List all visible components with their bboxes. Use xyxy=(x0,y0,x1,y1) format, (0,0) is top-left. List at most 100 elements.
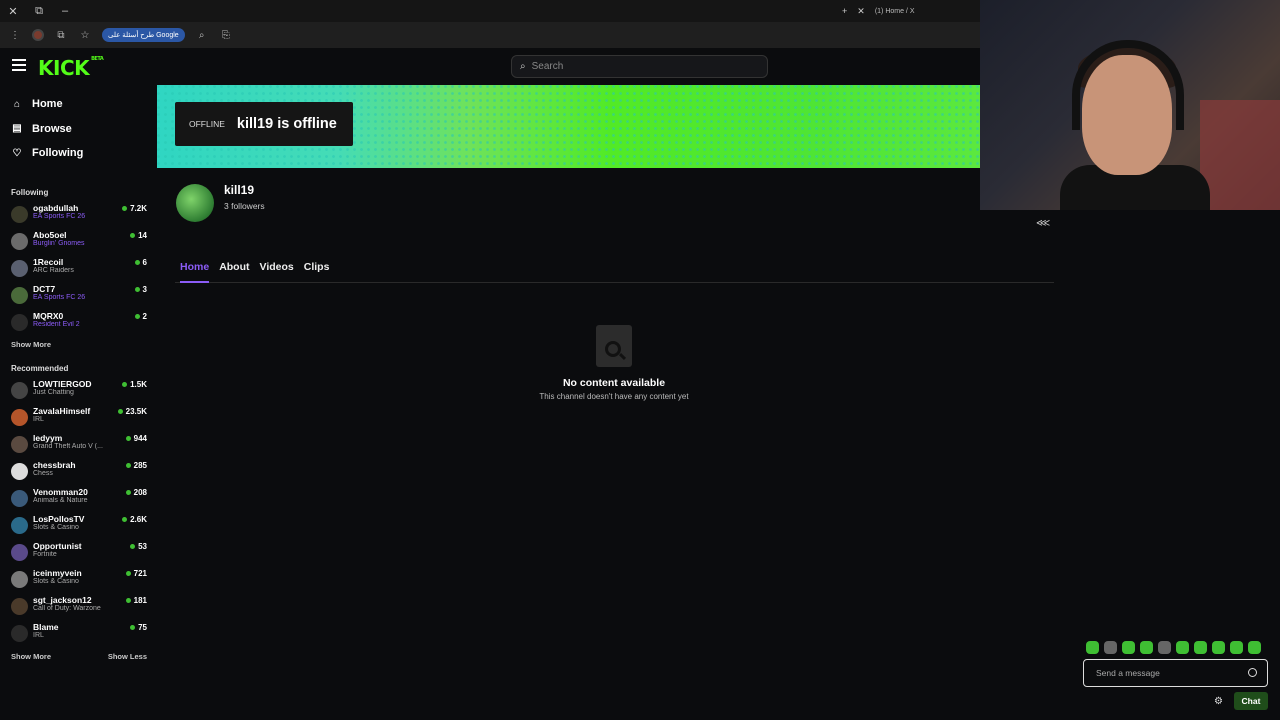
emote-icon[interactable] xyxy=(1104,641,1117,654)
show-more-recommended[interactable]: Show More xyxy=(11,652,51,661)
live-dot-icon xyxy=(125,462,131,468)
channel-list-category: Just Chatting xyxy=(33,388,74,396)
following-section-title: Following xyxy=(11,187,49,197)
channel-list-category: Animals & Nature xyxy=(33,496,88,504)
channel-list-item[interactable]: LosPollosTV Slots & Casino 2.6K xyxy=(0,512,157,539)
minimize-window-icon[interactable]: – xyxy=(52,5,78,17)
emote-icon[interactable] xyxy=(1212,641,1225,654)
live-dot-icon xyxy=(134,286,140,292)
live-dot-icon xyxy=(125,489,131,495)
search-bar[interactable]: ⌕ xyxy=(511,55,768,78)
google-translate-pill[interactable]: طرح أسئلة على Google xyxy=(102,28,185,42)
channel-list-item[interactable]: ogabdullah EA Sports FC 26 7.2K xyxy=(0,201,157,228)
viewer-count: 2.6K xyxy=(122,515,147,524)
emote-icon[interactable] xyxy=(1194,641,1207,654)
zoom-icon[interactable]: ⌕ xyxy=(195,30,209,41)
browser-tab-title[interactable]: (1) Home / X xyxy=(875,8,915,15)
copy-icon[interactable]: ⎘ xyxy=(219,30,233,41)
tab-videos[interactable]: Videos xyxy=(260,259,294,282)
search-input[interactable] xyxy=(531,61,752,72)
tab-home[interactable]: Home xyxy=(180,259,210,283)
viewer-count: 3 xyxy=(134,284,147,294)
channel-list-item[interactable]: MQRX0 Resident Evil 22 xyxy=(0,309,157,336)
profile-avatar-icon[interactable] xyxy=(32,29,44,41)
live-dot-icon xyxy=(130,232,136,238)
channel-list-item[interactable]: ledyym Grand Theft Auto V (... 944 xyxy=(0,431,157,458)
new-tab-button[interactable]: + xyxy=(842,6,847,16)
channel-avatar xyxy=(11,624,28,642)
channel-list-item[interactable]: iceinmyvein Slots & Casino 721 xyxy=(0,566,157,593)
nav-home[interactable]: ⌂ Home xyxy=(0,92,157,117)
tab-clips[interactable]: Clips xyxy=(304,259,330,282)
live-dot-icon xyxy=(130,543,136,549)
beta-badge: BETA xyxy=(91,56,104,62)
viewer-count-text: 7.2K xyxy=(130,203,147,213)
restore-window-icon[interactable]: ⧉ xyxy=(26,5,52,18)
chat-send-button[interactable]: Chat xyxy=(1234,692,1268,710)
channel-list-category: ARC Raiders xyxy=(33,266,74,274)
viewer-count: 208 xyxy=(125,488,147,497)
emoji-picker-icon[interactable] xyxy=(1248,668,1257,677)
nav-browse[interactable]: ▤ Browse xyxy=(0,117,157,142)
nav-following[interactable]: ♡ Following xyxy=(0,141,157,166)
emote-icon[interactable] xyxy=(1122,641,1135,654)
channel-list-item[interactable]: 1Recoil ARC Raiders 6 xyxy=(0,255,157,282)
channel-list-category: Chess xyxy=(33,469,53,477)
sidebar: ⌂ Home ▤ Browse ♡ Following Following ogabd… xyxy=(0,85,157,720)
channel-list-item[interactable]: ZavalaHimself IRL 23.5K xyxy=(0,404,157,431)
webcam-overlay xyxy=(980,0,1280,210)
channel-list-category: EA Sports FC 26 xyxy=(33,293,86,301)
live-dot-icon xyxy=(122,205,128,211)
emote-icon[interactable] xyxy=(1158,641,1171,654)
extensions-icon[interactable]: ⧉ xyxy=(54,30,68,41)
heart-icon: ♡ xyxy=(12,147,22,159)
close-window-icon[interactable]: ✕ xyxy=(0,5,26,18)
show-more-following[interactable]: Show More xyxy=(0,340,157,349)
emote-icon[interactable] xyxy=(1086,641,1099,654)
hamburger-menu-icon[interactable] xyxy=(12,59,26,71)
menu-dots-icon[interactable]: ⋮ xyxy=(8,30,22,41)
show-less-recommended[interactable]: Show Less xyxy=(108,652,147,661)
no-content-icon xyxy=(596,325,632,367)
live-dot-icon xyxy=(122,381,128,387)
channel-list-item[interactable]: chessbrah Chess 285 xyxy=(0,458,157,485)
channel-avatar xyxy=(11,259,28,277)
viewer-count-text: 53 xyxy=(138,541,147,551)
emote-icon[interactable] xyxy=(1140,641,1153,654)
channel-list-item[interactable]: LOWTIERGOD Just Chatting 1.5K xyxy=(0,377,157,404)
channel-list-item[interactable]: Opportunist Fortnite 53 xyxy=(0,539,157,566)
channel-list-item[interactable]: sgt_jackson12 Call of Duty: Warzone 181 xyxy=(0,593,157,620)
channel-list-item[interactable]: Blame IRL 75 xyxy=(0,620,157,647)
chat-message-box[interactable] xyxy=(1083,659,1268,687)
channel-avatar[interactable] xyxy=(176,184,214,222)
viewer-count-text: 3 xyxy=(142,284,147,294)
viewer-count: 23.5K xyxy=(117,406,147,416)
emote-icon[interactable] xyxy=(1248,641,1261,654)
chat-message-input[interactable] xyxy=(1096,668,1246,678)
browser-tab-bar: ✕ ⧉ – + ✕ (1) Home / X xyxy=(0,0,980,22)
channel-list-item[interactable]: Abo5oel Burglin' Gnomes 14 xyxy=(0,228,157,255)
gear-icon[interactable]: ⚙ xyxy=(1214,696,1223,707)
kick-logo[interactable]: KICK BETA xyxy=(38,56,104,80)
viewer-count-text: 1.5K xyxy=(130,379,147,389)
tab-about[interactable]: About xyxy=(219,259,249,282)
channel-followers: 3 followers xyxy=(224,201,265,211)
viewer-count-text: 181 xyxy=(133,595,147,605)
channel-avatar xyxy=(11,516,28,534)
emote-icon[interactable] xyxy=(1176,641,1189,654)
channel-list-item[interactable]: DCT7 EA Sports FC 26 3 xyxy=(0,282,157,309)
channel-list-item[interactable]: Venomman20 Animals & Nature 208 xyxy=(0,485,157,512)
offline-text: kill19 is offline xyxy=(236,116,337,132)
viewer-count-text: 23.5K xyxy=(125,406,147,416)
bookmark-star-icon[interactable]: ☆ xyxy=(78,30,92,41)
share-icon[interactable]: ⋘ xyxy=(1036,218,1050,229)
emote-icon[interactable] xyxy=(1230,641,1243,654)
empty-state-title: No content available xyxy=(562,377,666,389)
channel-avatar xyxy=(11,313,28,331)
channel-avatar xyxy=(11,232,28,250)
channel-name[interactable]: kill19 xyxy=(224,183,254,197)
recommended-section-title: Recommended xyxy=(11,363,69,373)
channel-list-category: Resident Evil 2 xyxy=(33,320,80,328)
tab-close-icon[interactable]: ✕ xyxy=(857,6,865,17)
viewer-count: 721 xyxy=(125,569,147,578)
